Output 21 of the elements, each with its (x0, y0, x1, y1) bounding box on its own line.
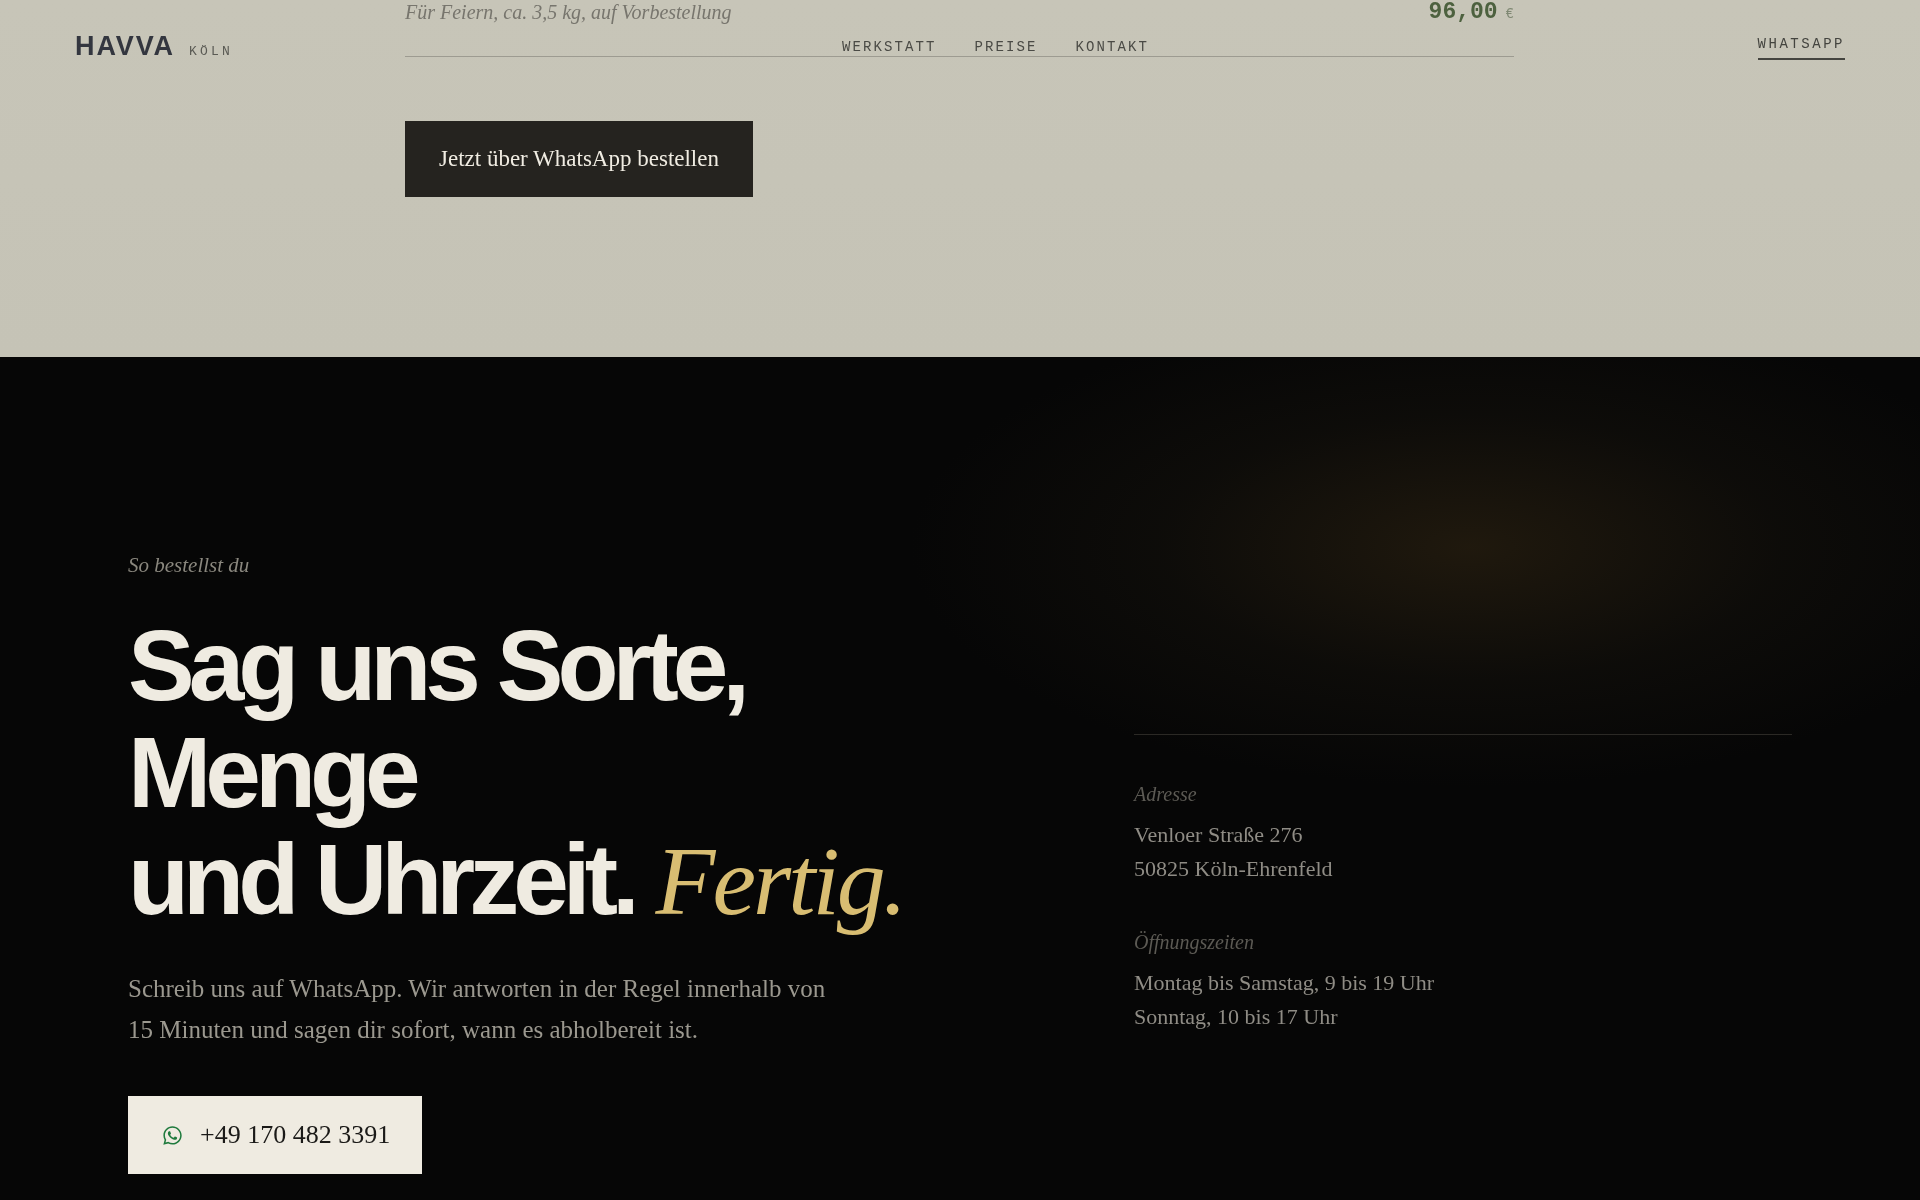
nav-link[interactable]: WERKSTATT (841, 39, 937, 55)
price-amount: 96,00 (1428, 0, 1498, 24)
info-line: Sonntag, 10 bis 17 Uhr (1134, 1003, 1338, 1031)
nav-link[interactable]: KONTAKT (1075, 39, 1149, 55)
chat-phone-icon (162, 1124, 183, 1146)
info-line: 50825 Köln-Ehrenfeld (1134, 855, 1333, 883)
city-label: KÖLN (188, 43, 234, 59)
price-currency: € (1505, 6, 1514, 22)
brand-logo[interactable]: HAVVA (75, 30, 175, 62)
intro-paragraph: Schreib uns auf WhatsApp. Wir antworten in der Regel innerhalb von 15 Minuten und sagen dir sofort, wann es abholbereit ist. (128, 974, 827, 1045)
section-eyebrow: So bestellst du (128, 553, 250, 577)
info-line: Montag bis Samstag, 9 bis 19 Uhr (1134, 969, 1435, 997)
product-description: Für Feiern, ca. 3,5 kg, auf Vorbestellung (405, 0, 732, 24)
info-label: Adresse (1134, 782, 1197, 807)
section-heading: Sag uns Sorte, Menge und Uhrzeit. Fertig. (128, 612, 905, 935)
nav-link[interactable]: PREISE (974, 39, 1038, 55)
whatsapp-link[interactable]: WHATSAPP (1757, 36, 1845, 60)
info-label: Öffnungszeiten (1134, 930, 1254, 955)
phone-button[interactable]: +49 170 482 3391 (128, 1096, 423, 1174)
order-whatsapp-button[interactable]: Jetzt über WhatsApp bestellen (405, 121, 753, 197)
info-line: Venloer Straße 276 (1134, 821, 1303, 849)
